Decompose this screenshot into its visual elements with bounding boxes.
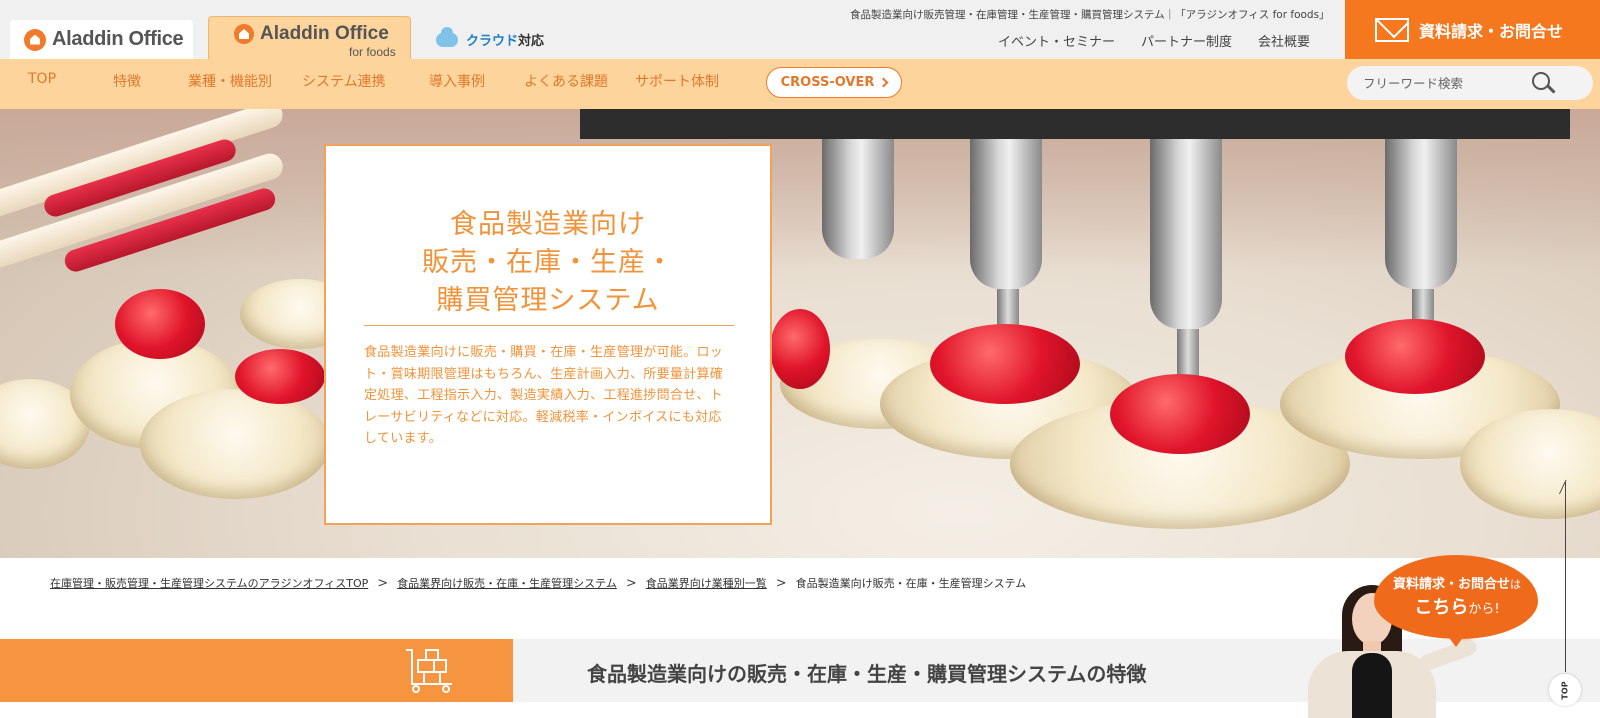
breadcrumb-link-top[interactable]: 在庫管理・販売管理・生産管理システムのアラジンオフィスTOP <box>50 575 368 591</box>
breadcrumb-separator-icon: > <box>377 575 389 591</box>
util-link-events[interactable]: イベント・セミナー <box>998 31 1115 50</box>
logo-foods-text: Aladdin Office <box>260 23 389 44</box>
section-title: 食品製造業向けの販売・在庫・生産・購買管理システムの特徴 <box>587 662 1147 686</box>
back-to-top-label: TOP <box>1560 680 1570 700</box>
breadcrumb-link-food-industry[interactable]: 食品業界向け販売・在庫・生産管理システム <box>397 575 617 591</box>
utility-links: イベント・セミナー パートナー制度 会社概要 <box>998 31 1310 50</box>
breadcrumb: 在庫管理・販売管理・生産管理システムのアラジンオフィスTOP > 食品業界向け販… <box>50 575 1026 591</box>
bubble-text-from: から! <box>1468 602 1500 617</box>
logo-foods-sub: for foods <box>349 45 396 59</box>
nav-item-integration[interactable]: システム連携 <box>302 71 386 91</box>
contact-speech-bubble[interactable]: 資料請求・お問合せは こちらから! <box>1374 555 1538 647</box>
breadcrumb-separator-icon: > <box>775 575 787 591</box>
crossover-button[interactable]: CROSS-OVER <box>766 67 902 98</box>
aladdin-office-foods-tab[interactable]: Aladdin Office for foods <box>208 16 411 59</box>
hero-title-line: 購買管理システム <box>436 285 660 316</box>
hero-description: 食品製造業向けに販売・購買・在庫・生産管理が可能。ロット・賞味期限管理はもちろん… <box>364 345 724 446</box>
hero-title-line: 販売・在庫・生産・ <box>422 247 674 278</box>
search-input[interactable] <box>1347 66 1593 100</box>
nav-item-top[interactable]: TOP <box>28 71 56 87</box>
cloud-label: クラウド <box>466 34 519 49</box>
nav-item-cases[interactable]: 導入事例 <box>429 71 485 91</box>
crossover-label: CROSS-OVER <box>780 75 875 90</box>
contact-button-label: 資料請求・お問合せ <box>1419 21 1564 41</box>
hero-card: 食品製造業向け 販売・在庫・生産・ 購買管理システム 食品製造業向けに販売・購買… <box>324 144 772 525</box>
main-nav: TOP 特徴 業種・機能別 システム連携 導入事例 よくある課題 サポート体制 … <box>0 59 1600 109</box>
back-to-top-button[interactable]: TOP <box>1549 674 1581 706</box>
logo-house-icon <box>234 24 254 44</box>
hero-image: 食品製造業向け 販売・在庫・生産・ 購買管理システム 食品製造業向けに販売・購買… <box>0 109 1600 558</box>
bubble-text-particle: は <box>1510 578 1521 591</box>
logo-text: Aladdin Office <box>52 28 184 50</box>
hero-title-line: 食品製造業向け <box>450 209 646 240</box>
cloud-icon <box>436 26 458 47</box>
mail-icon <box>1375 17 1409 42</box>
hand-truck-icon <box>406 649 452 693</box>
hero-title: 食品製造業向け 販売・在庫・生産・ 購買管理システム <box>326 206 770 320</box>
util-link-partner[interactable]: パートナー制度 <box>1141 31 1232 50</box>
aladdin-office-tab[interactable]: Aladdin Office <box>10 20 193 59</box>
chevron-right-icon <box>878 77 889 88</box>
breadcrumb-link-industry-list[interactable]: 食品業界向け業種別一覧 <box>646 575 767 591</box>
hero-divider <box>364 325 734 326</box>
cloud-label-suffix: 対応 <box>518 34 545 49</box>
nav-item-features[interactable]: 特徴 <box>113 71 141 91</box>
logo-house-icon <box>24 28 46 51</box>
header-tagline: 食品製造業向け販売管理・在庫管理・生産管理・購買管理システム｜「アラジンオフィス… <box>850 9 1330 21</box>
contact-button[interactable]: 資料請求・お問合せ <box>1345 0 1600 59</box>
breadcrumb-current: 食品製造業向け販売・在庫・生産管理システム <box>795 577 1027 590</box>
nav-item-issues[interactable]: よくある課題 <box>524 71 608 91</box>
back-to-top-line <box>1565 482 1566 672</box>
cloud-support-link[interactable]: クラウド 対応 <box>436 26 545 49</box>
nav-item-support[interactable]: サポート体制 <box>635 71 719 91</box>
breadcrumb-separator-icon: > <box>625 575 637 591</box>
nav-item-industry[interactable]: 業種・機能別 <box>188 71 272 91</box>
search-icon[interactable] <box>1532 72 1550 90</box>
util-link-company[interactable]: 会社概要 <box>1258 31 1310 50</box>
bubble-text-main: 資料請求・お問合せ <box>1392 577 1510 592</box>
bubble-text-here: こちら <box>1414 597 1469 618</box>
